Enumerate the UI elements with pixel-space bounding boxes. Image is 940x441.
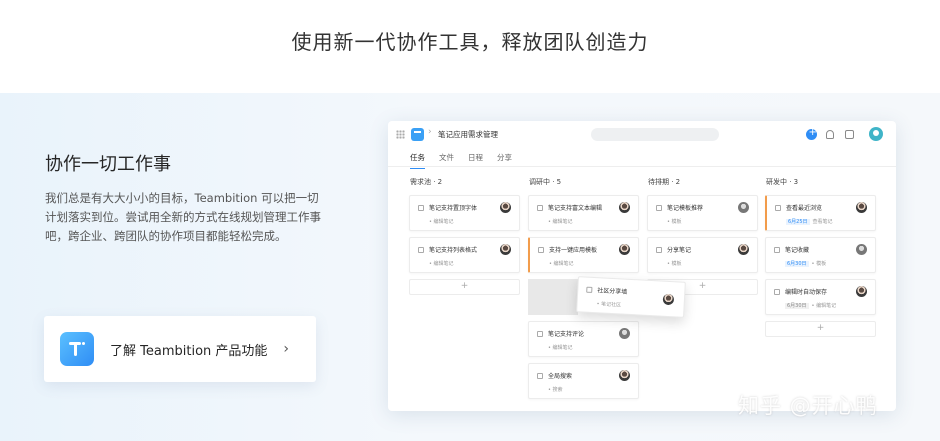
task-checkbox[interactable] bbox=[537, 331, 543, 337]
add-icon[interactable] bbox=[806, 127, 817, 140]
column-header: 待排期 · 2 bbox=[648, 178, 681, 186]
assignee-avatar bbox=[619, 328, 630, 339]
project-icon bbox=[411, 128, 424, 141]
column-backlog: 需求池 · 2 笔记支持置顶字体 • 编辑笔记 笔记支持列表格式 • 编辑笔记 … bbox=[409, 177, 520, 295]
task-tag: • 笔记社区 bbox=[596, 301, 622, 309]
task-card[interactable]: 笔记支持评论 • 编辑笔记 bbox=[528, 321, 639, 357]
assignee-avatar bbox=[856, 244, 867, 255]
bell-icon[interactable] bbox=[826, 130, 834, 139]
app-topbar: › 笔记应用需求管理 bbox=[388, 121, 896, 149]
task-checkbox[interactable] bbox=[418, 205, 424, 211]
task-title: 笔记支持列表格式 bbox=[429, 247, 478, 254]
task-title: 笔记模板推荐 bbox=[667, 205, 704, 212]
project-name[interactable]: 笔记应用需求管理 bbox=[438, 129, 498, 140]
feature-description: 我们总是有大大小小的目标，Teambition 可以把一切计划落实到位。尝试用全… bbox=[45, 191, 321, 243]
task-tag: • 编辑笔记 bbox=[549, 261, 574, 267]
due-date-badge: 6月30日 bbox=[785, 261, 809, 267]
watermark: 知乎 @开心鸭 bbox=[738, 394, 878, 418]
task-title: 社区分享墙 bbox=[597, 287, 628, 296]
assignee-avatar bbox=[738, 244, 749, 255]
teambition-logo-icon bbox=[60, 332, 94, 366]
task-tag: 6月30日 • 编辑笔记 bbox=[785, 302, 836, 309]
apps-grid-icon[interactable] bbox=[396, 130, 405, 139]
task-title: 笔记支持评论 bbox=[548, 331, 585, 338]
task-tag: • 搜索 bbox=[548, 387, 563, 393]
task-card[interactable]: 编辑时自动保存 6月30日 • 编辑笔记 bbox=[765, 279, 876, 315]
assignee-avatar bbox=[619, 244, 630, 255]
column-header: 研发中 · 3 bbox=[766, 178, 799, 186]
task-tag: 6月25日 查看笔记 bbox=[786, 218, 833, 225]
task-title: 笔记收藏 bbox=[785, 247, 810, 254]
task-checkbox[interactable] bbox=[774, 247, 780, 253]
task-card[interactable]: 全局搜索 • 搜索 bbox=[528, 363, 639, 399]
assignee-avatar bbox=[500, 244, 511, 255]
assignee-avatar bbox=[619, 370, 630, 381]
task-tag: 6月30日 • 模板 bbox=[785, 260, 826, 267]
chevron-right-icon: › bbox=[283, 341, 289, 357]
task-title: 笔记支持富文本编辑 bbox=[548, 205, 603, 212]
task-tag: • 编辑笔记 bbox=[548, 345, 573, 351]
task-title: 查看最近浏览 bbox=[786, 205, 823, 212]
learn-more-card[interactable]: 了解 Teambition 产品功能 › bbox=[44, 316, 316, 382]
task-checkbox[interactable] bbox=[586, 286, 593, 293]
task-card[interactable]: 笔记支持富文本编辑 • 编辑笔记 bbox=[528, 195, 639, 231]
task-title: 分享笔记 bbox=[667, 247, 692, 254]
add-task-button[interactable]: + bbox=[409, 279, 520, 295]
assignee-avatar bbox=[500, 202, 511, 213]
task-checkbox[interactable] bbox=[537, 373, 543, 379]
dragging-task-card[interactable]: 社区分享墙 • 笔记社区 bbox=[576, 276, 686, 318]
task-checkbox[interactable] bbox=[656, 247, 662, 253]
column-pending: 待排期 · 2 笔记模板推荐 • 模板 分享笔记 • 模板 + bbox=[647, 177, 758, 295]
task-checkbox[interactable] bbox=[774, 289, 780, 295]
task-checkbox[interactable] bbox=[775, 205, 781, 211]
task-card[interactable]: 笔记收藏 6月30日 • 模板 bbox=[765, 237, 876, 273]
calendar-icon[interactable] bbox=[845, 130, 854, 139]
column-header: 调研中 · 5 bbox=[529, 178, 562, 186]
app-window: › 笔记应用需求管理 任务 文件 日程 分享 需求池 · 2 笔记支持置顶字体 … bbox=[388, 121, 896, 411]
task-card[interactable]: 支持一键应用模板 • 编辑笔记 bbox=[528, 237, 639, 273]
task-card[interactable]: 查看最近浏览 6月25日 查看笔记 bbox=[765, 195, 876, 231]
task-card[interactable]: 笔记模板推荐 • 模板 bbox=[647, 195, 758, 231]
page-headline: 使用新一代协作工具，释放团队创造力 bbox=[291, 30, 649, 54]
task-checkbox[interactable] bbox=[537, 205, 543, 211]
task-title: 笔记支持置顶字体 bbox=[429, 205, 478, 212]
task-card[interactable]: 笔记支持置顶字体 • 编辑笔记 bbox=[409, 195, 520, 231]
assignee-avatar bbox=[738, 202, 749, 213]
column-header: 需求池 · 2 bbox=[410, 178, 443, 186]
task-tag-text: • 编辑笔记 bbox=[811, 303, 837, 309]
task-card[interactable]: 笔记支持列表格式 • 编辑笔记 bbox=[409, 237, 520, 273]
due-date-badge: 6月25日 bbox=[786, 219, 810, 225]
task-tag: • 模板 bbox=[667, 261, 682, 267]
drop-placeholder bbox=[528, 279, 578, 315]
task-title: 全局搜索 bbox=[548, 373, 573, 380]
column-in-development: 研发中 · 3 查看最近浏览 6月25日 查看笔记 笔记收藏 6月30日 • 模板 … bbox=[765, 177, 876, 337]
task-tag: • 编辑笔记 bbox=[548, 219, 573, 225]
task-tag: • 编辑笔记 bbox=[429, 261, 454, 267]
task-checkbox[interactable] bbox=[418, 247, 424, 253]
assignee-avatar bbox=[856, 286, 867, 297]
task-tag-text: 查看笔记 bbox=[812, 219, 833, 225]
task-title: 编辑时自动保存 bbox=[785, 289, 828, 296]
task-checkbox[interactable] bbox=[538, 247, 544, 253]
assignee-avatar bbox=[662, 293, 675, 306]
search-input[interactable] bbox=[591, 128, 719, 141]
add-task-button[interactable]: + bbox=[765, 321, 876, 337]
task-tag: • 编辑笔记 bbox=[429, 219, 454, 225]
task-card[interactable]: 分享笔记 • 模板 bbox=[647, 237, 758, 273]
learn-more-label: 了解 Teambition 产品功能 bbox=[110, 343, 268, 359]
assignee-avatar bbox=[856, 202, 867, 213]
assignee-avatar bbox=[619, 202, 630, 213]
task-tag: • 模板 bbox=[667, 219, 682, 225]
tab-divider bbox=[388, 166, 896, 167]
feature-title: 协作一切工作事 bbox=[45, 154, 171, 175]
task-tag-text: • 模板 bbox=[811, 261, 827, 267]
user-avatar[interactable] bbox=[869, 127, 883, 141]
task-checkbox[interactable] bbox=[656, 205, 662, 211]
task-title: 支持一键应用模板 bbox=[549, 247, 598, 254]
due-date-badge: 6月30日 bbox=[785, 303, 809, 309]
breadcrumb-separator-icon: › bbox=[428, 127, 432, 137]
